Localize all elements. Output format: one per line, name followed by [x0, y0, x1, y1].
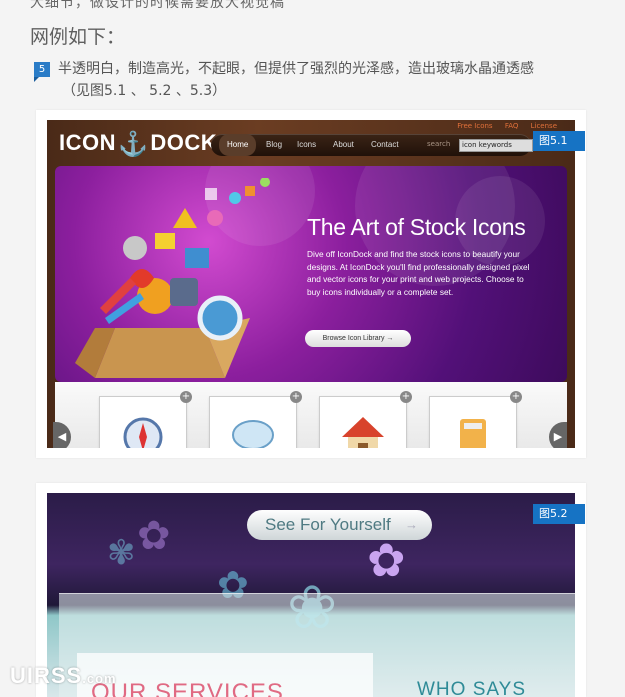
our-services-heading: OUR SERVICES — [91, 679, 284, 697]
house-icon — [342, 417, 384, 448]
nav-contact[interactable]: Contact — [371, 134, 399, 156]
top-links: Free Icons FAQ License — [447, 122, 557, 130]
hero-title: The Art of Stock Icons — [307, 214, 526, 240]
anchor-icon: ⚓ — [118, 131, 149, 158]
figure-label-5-2: 图5.2 — [533, 504, 585, 524]
add-icon[interactable]: + — [290, 391, 302, 403]
clipped-top-text: 大细节，做设计的时候需要放大视觉稿 — [30, 0, 285, 11]
number-badge: 5 — [34, 62, 50, 82]
list-item: 5 半透明白，制造高光，不起眼，但提供了强烈的光泽感，造出玻璃水晶通透感 — [34, 56, 534, 82]
link-faq[interactable]: FAQ — [505, 122, 519, 130]
compass-icon — [123, 417, 163, 448]
hero-banner: The Art of Stock Icons Dive off IconDock… — [55, 166, 567, 382]
pill-label: See For Yourself — [265, 515, 391, 534]
link-free-icons[interactable]: Free Icons — [457, 122, 492, 130]
nav-home[interactable]: Home — [219, 134, 257, 156]
nav-bar: Home Blog Icons About Contact search ico… — [211, 134, 533, 156]
add-icon[interactable]: + — [180, 391, 192, 403]
icon-card-tray: + + + + — [55, 382, 567, 448]
section-title: 网例如下： — [30, 26, 126, 48]
figure-5-1-screenshot: ICON⚓DOCK Free Icons FAQ License Home Bl… — [47, 120, 575, 448]
hero-description: Dive off IconDock and find the stock ico… — [307, 249, 530, 297]
figure-reference: （见图5.1 、 5.2 、5.3） — [62, 83, 227, 99]
search-input[interactable]: icon keywords — [459, 139, 533, 152]
nav-about[interactable]: About — [333, 134, 354, 156]
flower-decoration: ✿ — [367, 533, 406, 587]
nav-icons[interactable]: Icons — [297, 134, 316, 156]
add-icon[interactable]: + — [400, 391, 412, 403]
icon-card-compass[interactable]: + — [99, 391, 192, 448]
list-item-text: 半透明白，制造高光，不起眼，但提供了强烈的光泽感，造出玻璃水晶通透感 — [58, 61, 534, 77]
watermark-text: UIRSS — [10, 663, 83, 688]
speech-bubble-icon — [232, 420, 274, 448]
see-for-yourself-button[interactable]: See For Yourself → — [247, 510, 432, 540]
logo-text-right: DOCK — [150, 130, 218, 155]
logo-text-left: ICON — [59, 130, 116, 155]
calculator-icon — [460, 419, 486, 448]
who-says-heading: WHO SAYS YOU — [417, 679, 526, 697]
figure-5-2-screenshot: ✿ ✿ ❀ ✿ ✾ See For Yourself → OUR SERVICE… — [47, 493, 575, 697]
watermark-suffix: .com — [82, 671, 117, 686]
add-icon[interactable]: + — [510, 391, 522, 403]
site-watermark: UIRSS.com — [10, 663, 117, 689]
nav-blog[interactable]: Blog — [266, 134, 282, 156]
link-license[interactable]: License — [531, 122, 557, 130]
flower-decoration: ✿ — [137, 513, 171, 559]
flower-decoration: ✾ — [107, 533, 136, 573]
browse-icon-library-button[interactable]: Browse Icon Library → — [305, 330, 411, 347]
icon-card-calculator[interactable]: + — [429, 391, 522, 448]
arrow-right-icon: → — [405, 517, 418, 532]
figure-label-5-1: 图5.1 — [533, 131, 585, 151]
icon-card-home[interactable]: + — [319, 391, 412, 448]
search-label: search — [427, 140, 451, 148]
icon-card-chat[interactable]: + — [209, 391, 302, 448]
icon-pile-illustration — [75, 178, 270, 378]
icondock-logo: ICON⚓DOCK — [59, 130, 217, 159]
